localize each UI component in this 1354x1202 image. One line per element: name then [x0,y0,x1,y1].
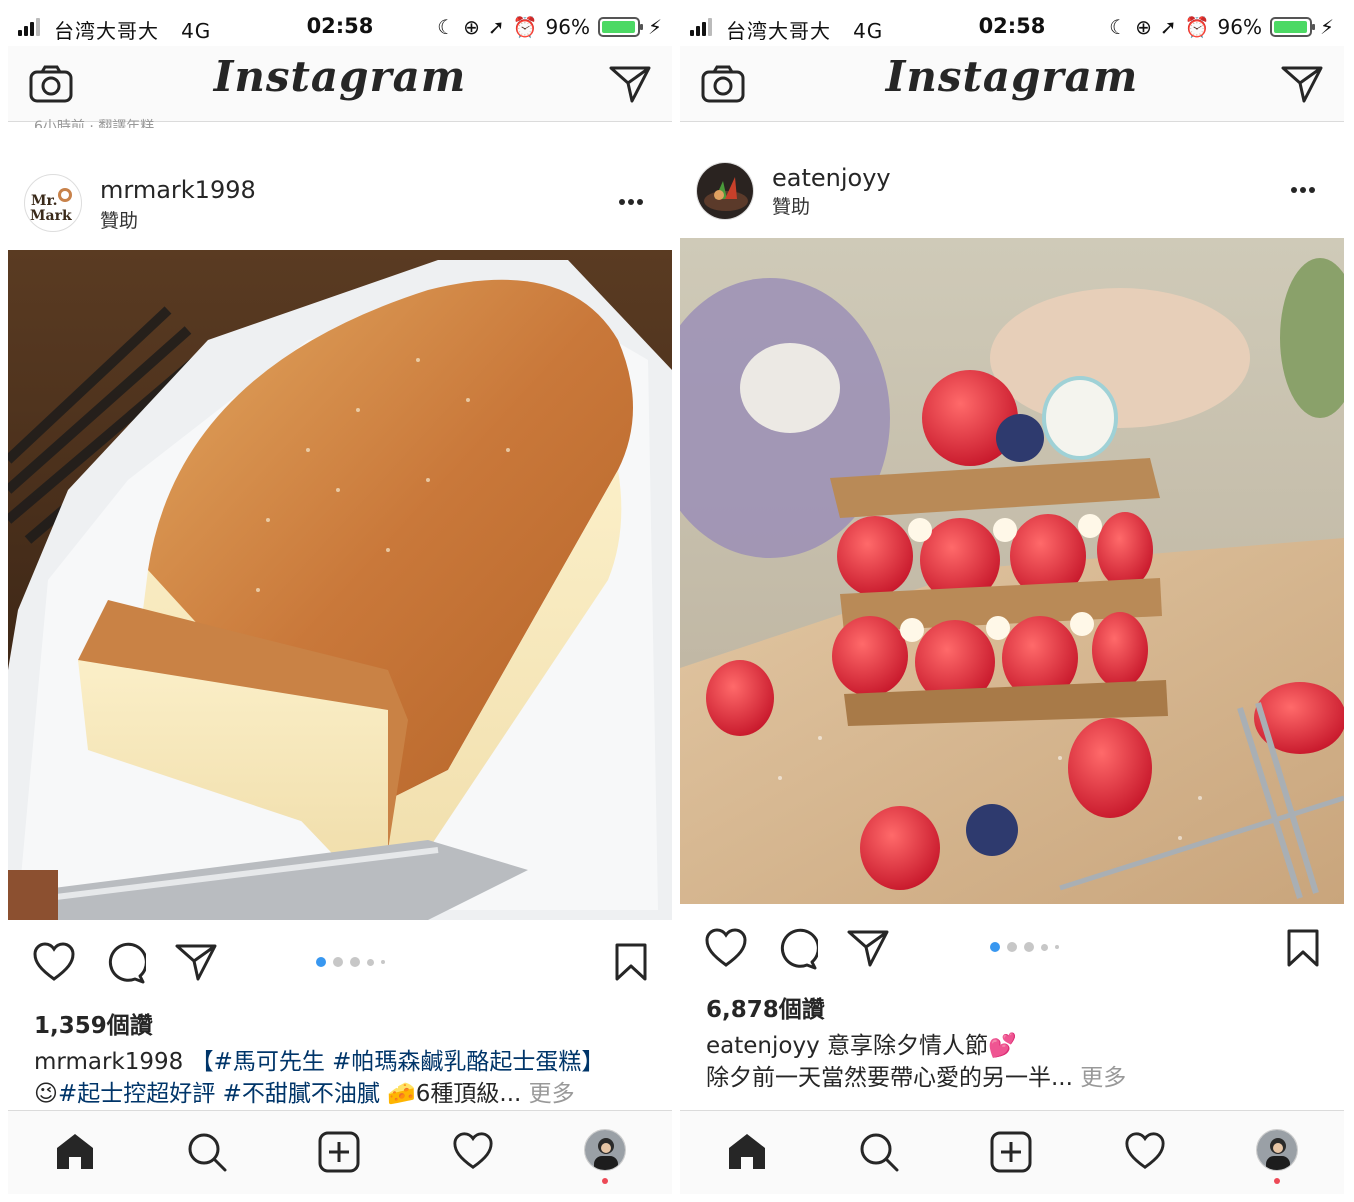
bottom-tab-bar [680,1110,1344,1194]
post-photo-cheesecake[interactable] [8,250,672,920]
caption-more-link[interactable]: 更多 [521,1081,575,1107]
paper-plane-icon[interactable] [1280,64,1324,104]
instagram-logo: Instagram [213,52,467,101]
caption-username[interactable]: eatenjoyy [706,1033,820,1059]
alarm-icon: ⏰ [512,15,538,39]
comment-icon[interactable] [104,942,146,984]
caption-text: 意享除夕情人節 [819,1033,988,1059]
caption-emoji-cheese: 🧀 [387,1081,416,1107]
sponsored-label: 贊助 [100,210,139,232]
caption-username[interactable]: mrmark1998 [34,1049,183,1075]
post-photo-strawberry-cake[interactable] [680,238,1344,904]
like-count[interactable]: 6,878個讚 [706,990,825,1024]
like-heart-icon[interactable] [32,942,76,982]
charging-icon: ⚡ [1319,15,1334,39]
avatar-text-2: Mark [30,208,72,224]
bottom-tab-bar [8,1110,672,1194]
location-icon: ➚ [1159,15,1177,39]
notification-dot [1274,1178,1280,1184]
save-bookmark-icon[interactable] [1286,928,1320,968]
orientation-lock-icon: ⊕ [1135,15,1152,39]
home-icon[interactable] [726,1131,768,1171]
notification-dot [602,1178,608,1184]
caption-trailing: 6種頂級... [415,1081,522,1107]
post-actions [8,942,672,1002]
share-icon[interactable] [174,942,218,982]
more-options-icon[interactable] [618,198,644,206]
paper-plane-icon[interactable] [608,64,652,104]
location-icon: ➚ [487,15,505,39]
home-icon[interactable] [54,1131,96,1171]
save-bookmark-icon[interactable] [614,942,648,982]
caption-more-link[interactable]: 更多 [1073,1065,1126,1091]
add-icon[interactable] [990,1131,1032,1173]
caption-text: 【#馬可先生 #帕瑪森鹹乳酪起士蛋糕】 [183,1049,605,1075]
more-options-icon[interactable] [1290,186,1316,194]
charging-icon: ⚡ [647,15,662,39]
post-header: Mr. Mark mrmark1998 贊助 [8,168,672,248]
phone-screen-left: 台湾大哥大 4G 02:58 ☾ ⊕ ➚ ⏰ 96% ⚡ Instagram 6… [8,8,672,1194]
orientation-lock-icon: ⊕ [463,15,480,39]
battery-icon [597,17,643,37]
post-header: eatenjoyy 贊助 [680,156,1344,236]
share-icon[interactable] [846,928,890,968]
post-username[interactable]: mrmark1998 [100,176,256,204]
carousel-indicator [316,957,385,967]
app-header: Instagram [680,46,1344,122]
sponsored-label: 贊助 [772,196,811,218]
instagram-logo: Instagram [885,52,1139,101]
caption-emoji: 😉 [34,1081,58,1107]
battery-percent: 96% [545,15,590,39]
caption-emoji: 💕 [988,1033,1017,1059]
profile-avatar[interactable] [1256,1129,1298,1171]
avatar-text-1: Mr. [31,193,57,209]
activity-heart-icon[interactable] [452,1131,494,1171]
post-username[interactable]: eatenjoyy [772,164,891,192]
like-count[interactable]: 1,359個讚 [34,1006,153,1040]
post-caption: eatenjoyy 意享除夕情人節💕 除夕前一天當然要帶心愛的另一半... 更多 [706,1030,1324,1094]
post-caption: mrmark1998 【#馬可先生 #帕瑪森鹹乳酪起士蛋糕】 😉#起士控超好評 … [34,1046,652,1110]
post-actions [680,928,1344,988]
status-bar: 台湾大哥大 4G 02:58 ☾ ⊕ ➚ ⏰ 96% ⚡ [8,8,672,46]
moon-icon: ☾ [1109,15,1128,39]
comment-icon[interactable] [776,928,818,970]
search-icon[interactable] [858,1131,900,1173]
caption-line-2: 除夕前一天當然要帶心愛的另一半... [706,1065,1073,1091]
alarm-icon: ⏰ [1184,15,1210,39]
activity-heart-icon[interactable] [1124,1131,1166,1171]
moon-icon: ☾ [437,15,456,39]
like-heart-icon[interactable] [704,928,748,968]
battery-percent: 96% [1217,15,1262,39]
search-icon[interactable] [186,1131,228,1173]
avatar[interactable] [696,162,754,220]
battery-icon [1269,17,1315,37]
status-bar: 台湾大哥大 4G 02:58 ☾ ⊕ ➚ ⏰ 96% ⚡ [680,8,1344,46]
avatar[interactable]: Mr. Mark [24,174,82,232]
previous-post-peek: 6小時前 · 翻譯年糕 [34,119,155,128]
phone-screen-right: 台湾大哥大 4G 02:58 ☾ ⊕ ➚ ⏰ 96% ⚡ Instagram e… [680,8,1344,1194]
add-icon[interactable] [318,1131,360,1173]
app-header: Instagram [8,46,672,122]
carousel-indicator [990,942,1059,952]
profile-avatar[interactable] [584,1129,626,1171]
caption-hashtags[interactable]: #起士控超好評 #不甜膩不油膩 [58,1081,387,1107]
